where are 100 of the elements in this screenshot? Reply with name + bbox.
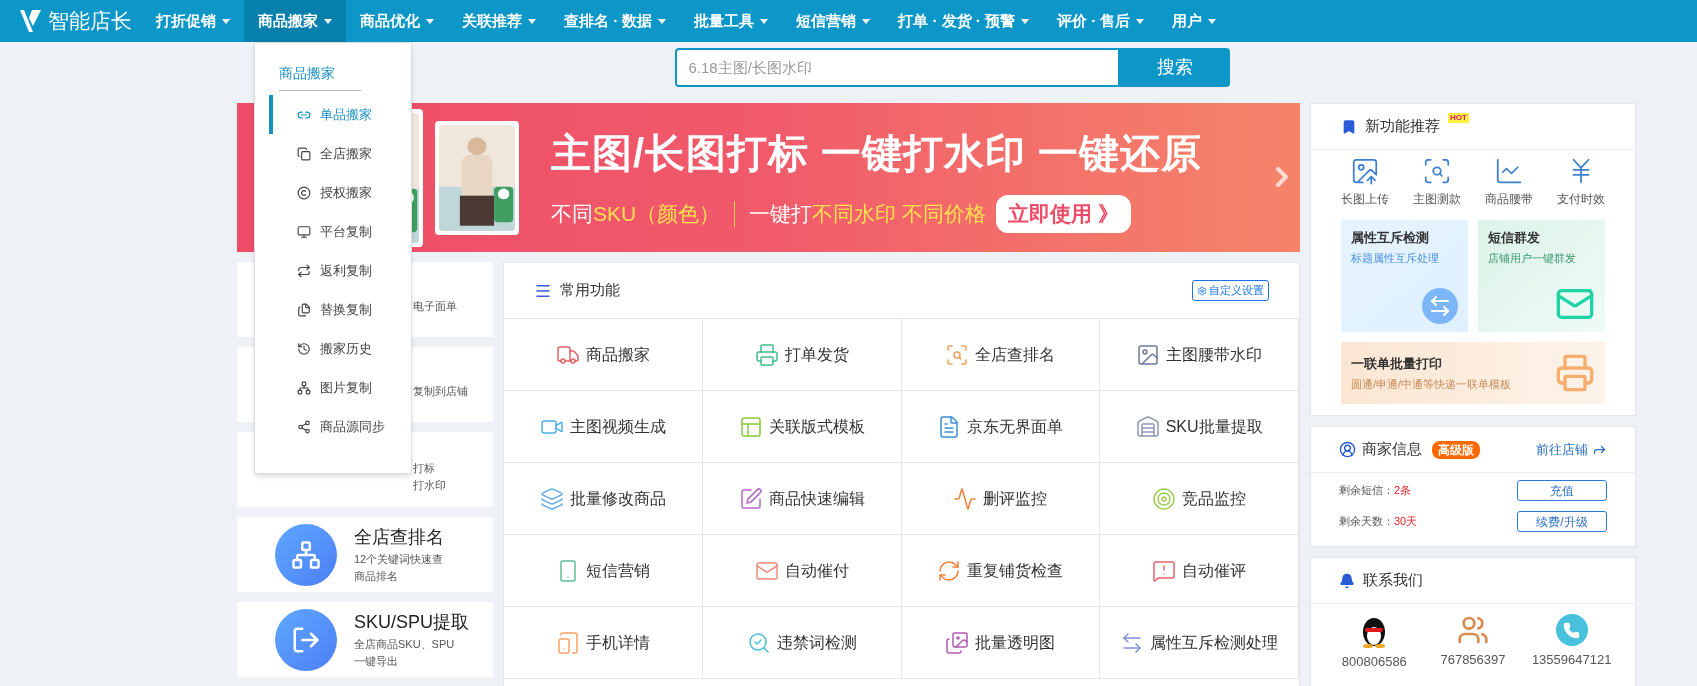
- function-tile[interactable]: 全店查排名: [901, 319, 1101, 391]
- banner-subtitle-text: 不同: [551, 200, 593, 227]
- promo-tile[interactable]: 属性互斥检测 标题属性互斥处理: [1341, 220, 1468, 332]
- search-icon: [746, 630, 771, 655]
- nav-menu-item[interactable]: 商品搬家: [244, 0, 346, 42]
- banner-subtitle-text: SKU（颜色）: [593, 200, 721, 227]
- warehouse-icon: [1135, 414, 1160, 439]
- menu-item-icon: [297, 224, 311, 239]
- template-icon: [738, 414, 763, 439]
- feature-card[interactable]: SKU/SPU提取 全店商品SKU、SPU 一键导出: [237, 602, 493, 677]
- function-tile[interactable]: 竞品监控: [1100, 463, 1299, 535]
- function-tile[interactable]: 京东无界面单: [901, 391, 1101, 463]
- feature-title: 全店查排名: [354, 526, 444, 549]
- image-search-icon: [1422, 156, 1452, 186]
- function-tile[interactable]: 主图视频生成: [504, 391, 703, 463]
- menu-item-icon: [297, 263, 311, 278]
- dropdown-item[interactable]: 授权搬家: [269, 173, 411, 212]
- promo-tile[interactable]: 一联单批量打印 圆通/申通/中通等快递一联单模板: [1341, 342, 1605, 404]
- exchange-icon: [1422, 288, 1458, 324]
- dropdown-item[interactable]: 返利复制: [269, 251, 411, 290]
- edit-icon: [738, 486, 763, 511]
- hot-badge: HOT: [1448, 112, 1469, 123]
- card-title: 联系我们: [1363, 570, 1423, 591]
- account-button[interactable]: 充值: [1517, 480, 1607, 501]
- menu-item-icon: [297, 302, 311, 317]
- function-tile[interactable]: 手机详情: [504, 607, 703, 679]
- function-tile[interactable]: 关联版式模板: [702, 391, 902, 463]
- function-tile[interactable]: 属性互斥检测处理: [1100, 607, 1299, 679]
- people-icon: [1457, 614, 1489, 646]
- function-tile[interactable]: 重复铺货检查: [901, 535, 1101, 607]
- function-tile[interactable]: 短信营销: [504, 535, 703, 607]
- function-tile[interactable]: 打单发货: [702, 319, 902, 391]
- contact-number: 767856397: [1440, 651, 1506, 669]
- feature-description: 12个关键词快速查: [354, 552, 444, 567]
- level-badge: 高级版: [1432, 440, 1480, 459]
- feature-description: 打标: [413, 460, 436, 476]
- function-tile[interactable]: 批量修改商品: [504, 463, 703, 535]
- tile-title: 属性互斥检测: [1351, 229, 1430, 247]
- tile-subtitle: 圆通/申通/中通等快递一联单模板: [1351, 376, 1512, 392]
- function-tile[interactable]: 商品搬家: [504, 319, 703, 391]
- banner-headline: 主图/长图打标 一键打水印 一键还原: [551, 129, 1203, 177]
- monitor-pulse-icon: [953, 486, 978, 511]
- feature-description: 电子面单: [413, 299, 457, 314]
- tile-subtitle: 标题属性互斥处理: [1351, 250, 1440, 266]
- refresh-icon: [937, 558, 962, 583]
- printer-icon: [754, 342, 779, 367]
- menu-item-icon: [297, 341, 311, 356]
- function-tile[interactable]: 删评监控: [901, 463, 1101, 535]
- info-label: 剩余短信：2条: [1339, 483, 1412, 499]
- search-field[interactable]: 6.18主图/长图水印: [674, 48, 1120, 87]
- tile-subtitle: 店铺用户一键群发: [1488, 250, 1577, 266]
- menu-item-icon: [297, 146, 311, 161]
- feature-title: SKU/SPU提取: [354, 611, 470, 634]
- caret-icon: [1021, 18, 1029, 24]
- stack-icon: [539, 486, 564, 511]
- feature-description: 商品排名: [354, 569, 399, 584]
- function-tile[interactable]: 违禁词检测: [702, 607, 902, 679]
- shortcut-button[interactable]: 主图测款: [1401, 156, 1473, 208]
- dropdown-item[interactable]: 图片复制: [269, 368, 411, 407]
- function-tile[interactable]: 主图腰带水印: [1100, 319, 1299, 391]
- dropdown-item[interactable]: 替换复制: [269, 290, 411, 329]
- function-tile[interactable]: SKU批量提取: [1100, 391, 1299, 463]
- dropdown-item[interactable]: 单品搬家: [269, 95, 411, 134]
- feature-description: 复制到店铺: [413, 384, 468, 399]
- account-button[interactable]: 续费/升级: [1517, 511, 1607, 532]
- comment-icon: [1152, 558, 1177, 583]
- shortcut-button[interactable]: 商品腰带: [1473, 156, 1545, 208]
- caret-icon: [1136, 18, 1145, 24]
- dropdown-item[interactable]: 平台复制: [269, 212, 411, 251]
- feature-card[interactable]: 全店查排名 12个关键词快速查 商品排名: [237, 517, 493, 592]
- go-to-store-link[interactable]: 前往店铺: [1536, 439, 1607, 460]
- dropdown-item[interactable]: 全店搬家: [269, 134, 411, 173]
- function-tile[interactable]: 自动催评: [1100, 535, 1299, 607]
- banner-subtitle-text: 一键打: [749, 200, 813, 227]
- caret-icon: [324, 18, 332, 24]
- contact-number: 13559647121: [1531, 651, 1612, 669]
- card-title: 商家信息: [1362, 439, 1422, 460]
- shortcut-button[interactable]: 长图上传: [1329, 156, 1401, 208]
- panel-title: 常用功能: [560, 280, 620, 301]
- dropdown-title: 商品搬家: [279, 63, 361, 91]
- customize-settings-button[interactable]: 自定义设置: [1192, 280, 1269, 301]
- use-now-button[interactable]: 立即使用 》: [996, 194, 1131, 233]
- user-icon: [1339, 441, 1356, 458]
- dropdown-item[interactable]: 商品源同步: [269, 407, 411, 446]
- function-tile[interactable]: 批量透明图: [901, 607, 1101, 679]
- dropdown-item[interactable]: 搬家历史: [269, 329, 411, 368]
- caret-icon: [862, 18, 871, 24]
- feature-description: 一键导出: [354, 654, 399, 669]
- function-tile[interactable]: 商品快速编辑: [702, 463, 902, 535]
- function-tile[interactable]: 自动催付: [702, 535, 902, 607]
- logo-icon: [18, 8, 44, 34]
- menu-item-icon: [297, 380, 311, 395]
- caret-icon: [1208, 18, 1217, 24]
- promo-tile[interactable]: 短信群发 店铺用户一键群发: [1478, 220, 1605, 332]
- menu-item-icon: [297, 419, 311, 434]
- caret-icon: [426, 18, 434, 24]
- caret-icon: [222, 18, 230, 24]
- mobile-icon: [555, 630, 580, 655]
- contact-number: 800806586: [1341, 653, 1407, 671]
- shortcut-button[interactable]: 支付时效: [1545, 156, 1617, 208]
